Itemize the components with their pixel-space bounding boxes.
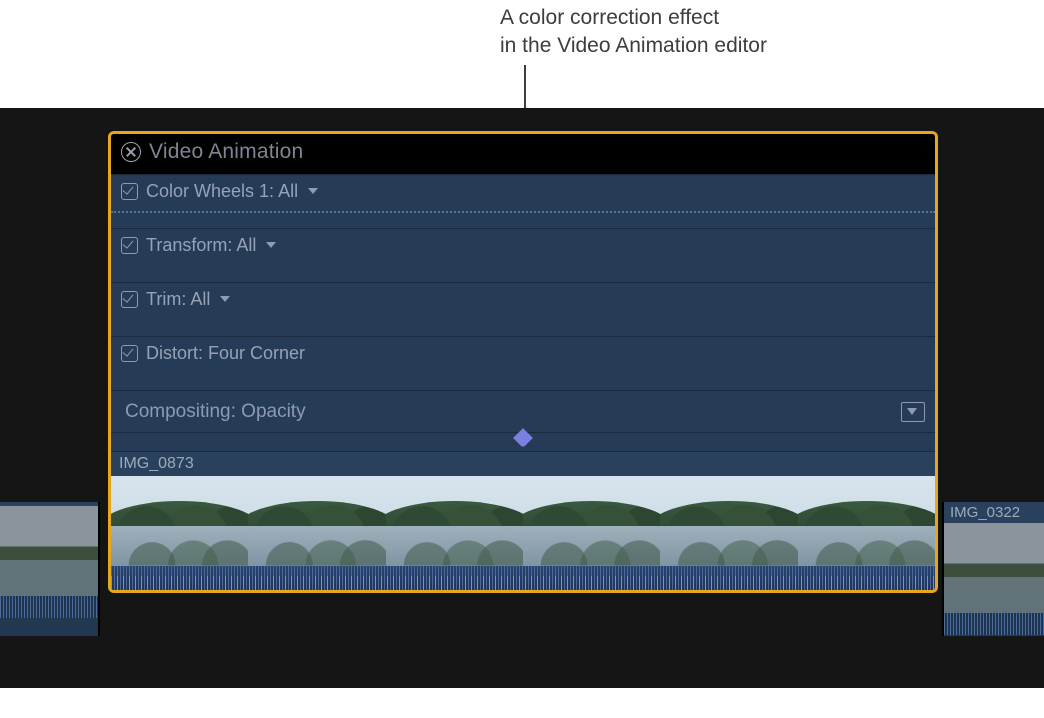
adjacent-clip-right-thumbnail <box>944 523 1044 613</box>
effect-row-label: Distort: Four Corner <box>146 343 305 364</box>
clip-audio-waveform[interactable] <box>111 566 935 590</box>
close-icon[interactable] <box>121 142 141 162</box>
effect-row-distort[interactable]: Distort: Four Corner <box>111 336 935 390</box>
adjacent-clip-right-label: IMG_0322 <box>944 502 1044 523</box>
filmstrip-frame <box>798 476 935 566</box>
effect-row-label: Transform: All <box>146 235 256 256</box>
effect-name: Transform: <box>146 235 232 255</box>
filmstrip-frame <box>523 476 660 566</box>
effect-row-trim[interactable]: Trim: All <box>111 282 935 336</box>
filmstrip-frame <box>248 476 385 566</box>
adjacent-clip-left-audio <box>0 596 98 618</box>
panel-header: Video Animation <box>111 134 935 174</box>
effect-param: All <box>232 235 256 255</box>
checkbox-icon[interactable] <box>121 183 138 200</box>
effect-name: Trim: <box>146 289 186 309</box>
playhead-track[interactable] <box>111 432 935 451</box>
effect-param: All <box>274 181 298 201</box>
chevron-down-icon[interactable] <box>266 242 276 248</box>
adjacent-clip-right-audio <box>944 613 1044 635</box>
clip-filmstrip[interactable] <box>111 476 935 566</box>
keyframe-track-dotted[interactable] <box>111 211 935 213</box>
panel-title: Video Animation <box>149 140 303 164</box>
clip-name-label: IMG_0873 <box>111 451 935 476</box>
effect-row-compositing[interactable]: Compositing: Opacity <box>111 390 935 432</box>
callout: A color correction effect in the Video A… <box>500 4 1020 61</box>
effect-param: Four Corner <box>203 343 305 363</box>
adjacent-clip-right[interactable]: IMG_0322 <box>942 502 1044 636</box>
effect-row-color-wheels[interactable]: Color Wheels 1: All <box>111 174 935 228</box>
expand-down-icon[interactable] <box>901 402 925 422</box>
effect-row-label: Color Wheels 1: All <box>146 181 298 202</box>
filmstrip-frame <box>111 476 248 566</box>
checkbox-icon[interactable] <box>121 237 138 254</box>
filmstrip-frame <box>386 476 523 566</box>
chevron-down-icon[interactable] <box>308 188 318 194</box>
effect-row-transform[interactable]: Transform: All <box>111 228 935 282</box>
timeline-background: IMG_0322 Video Animation Color Wheels 1:… <box>0 108 1044 688</box>
adjacent-clip-left-thumbnail <box>0 506 98 596</box>
playhead-marker-icon[interactable] <box>513 428 533 448</box>
callout-line-1: A color correction effect <box>500 4 1020 32</box>
effect-name: Distort: <box>146 343 203 363</box>
checkbox-icon[interactable] <box>121 291 138 308</box>
video-animation-panel: Video Animation Color Wheels 1: All Tran… <box>108 131 938 593</box>
effect-row-label: Trim: All <box>146 289 210 310</box>
effect-name: Color Wheels 1: <box>146 181 274 201</box>
filmstrip-frame <box>660 476 797 566</box>
adjacent-clip-left[interactable] <box>0 502 100 636</box>
effect-param: All <box>186 289 210 309</box>
compositing-label: Compositing: Opacity <box>125 401 306 423</box>
callout-line-2: in the Video Animation editor <box>500 32 1020 60</box>
chevron-down-icon[interactable] <box>220 296 230 302</box>
checkbox-icon[interactable] <box>121 345 138 362</box>
